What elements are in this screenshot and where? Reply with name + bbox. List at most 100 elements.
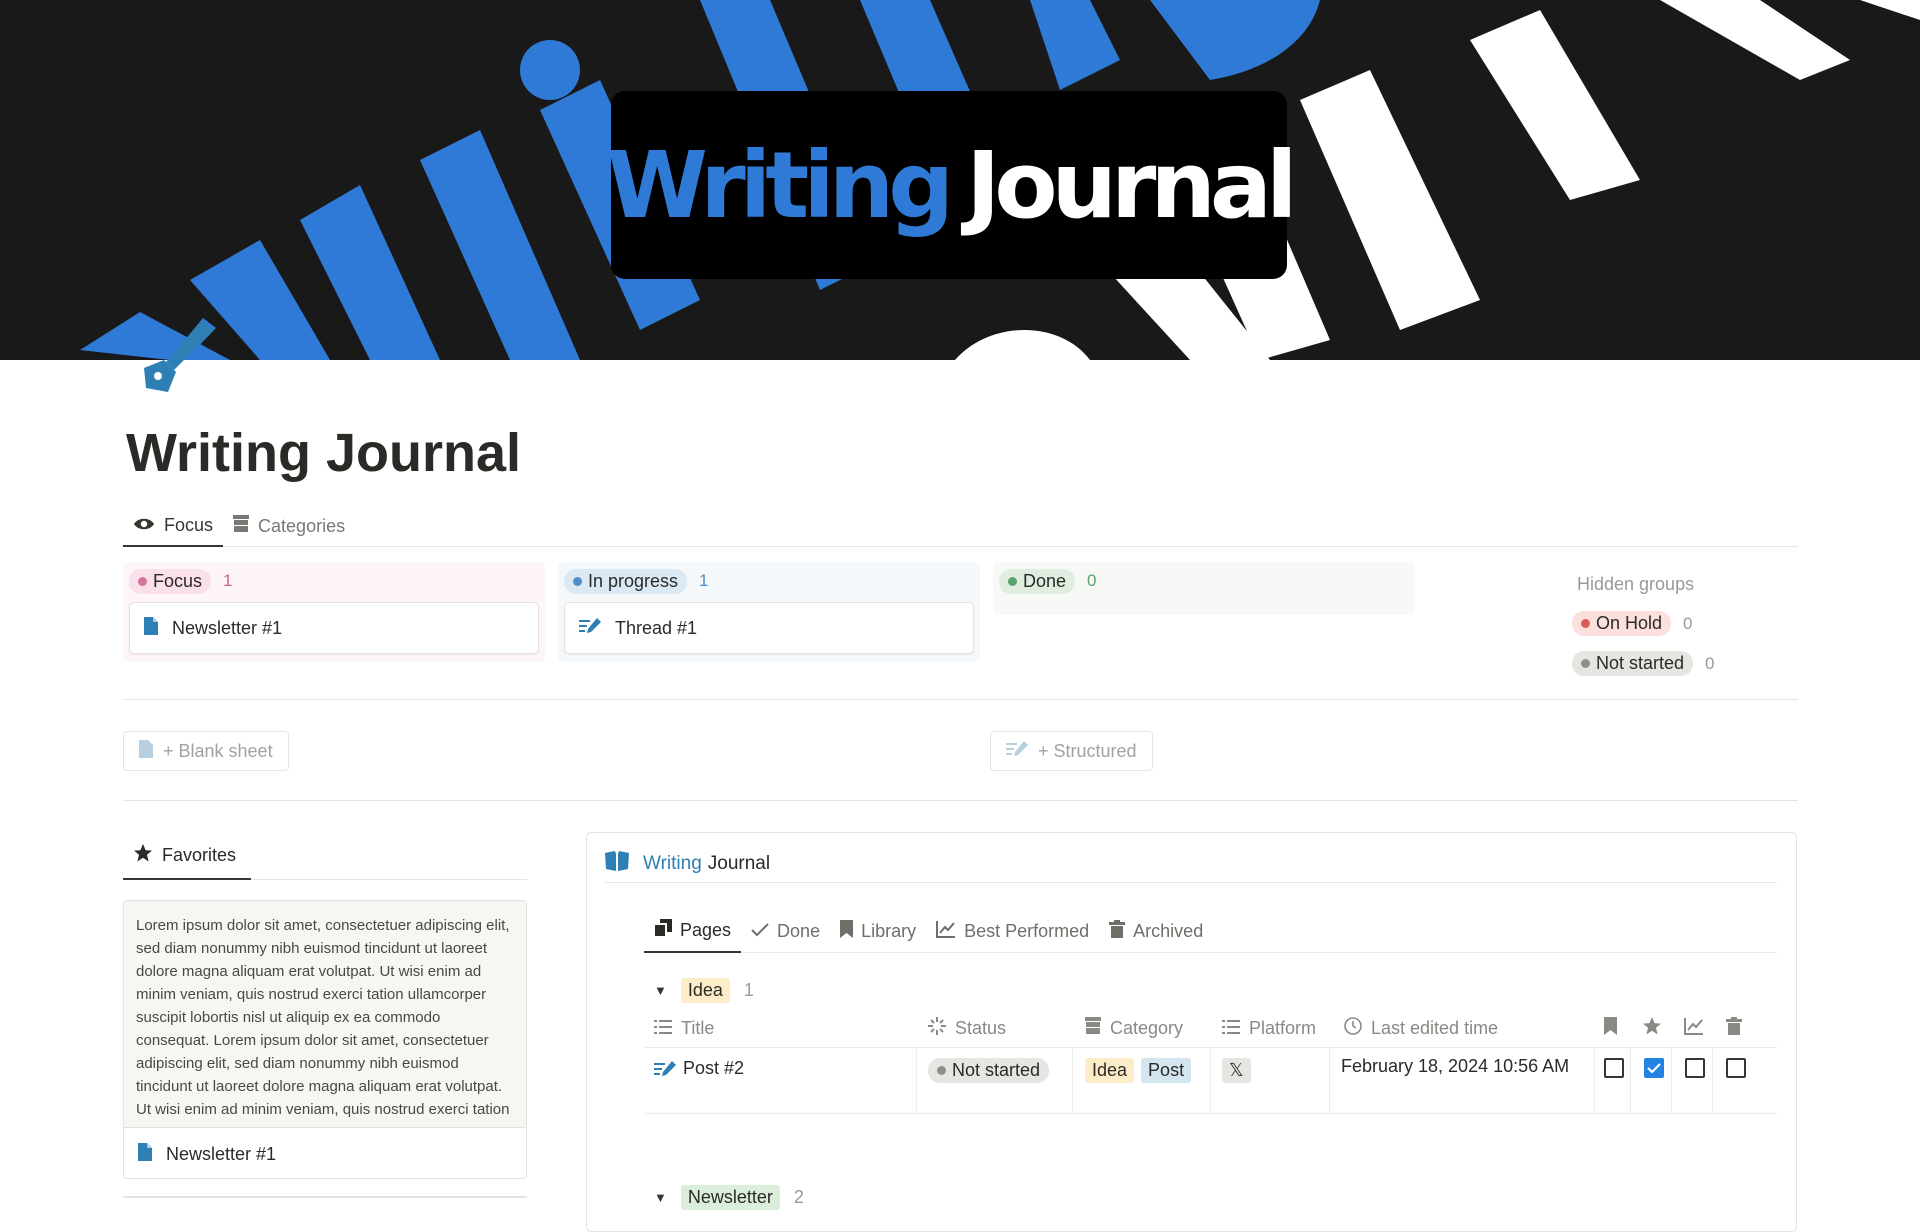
star-icon bbox=[133, 843, 153, 868]
pages-icon bbox=[653, 918, 672, 942]
cell-title[interactable]: Post #2 bbox=[654, 1048, 744, 1114]
board-card-newsletter-1[interactable]: Newsletter #1 bbox=[129, 602, 539, 654]
trash-icon bbox=[1109, 919, 1126, 943]
group-header-newsletter[interactable]: ▼ Newsletter 2 bbox=[654, 1185, 804, 1210]
column-header-status-label: Status bbox=[955, 1017, 1007, 1038]
favorite-card-footer[interactable]: Newsletter #1 bbox=[124, 1127, 526, 1178]
favorite-card-title: Newsletter #1 bbox=[166, 1143, 277, 1164]
row-status: Not started bbox=[952, 1060, 1041, 1080]
status-pill-on-hold-label: On Hold bbox=[1596, 613, 1663, 633]
cell-bookmark[interactable] bbox=[1604, 1048, 1624, 1114]
blank-sheet-button[interactable]: + Blank sheet bbox=[123, 731, 289, 771]
cover-title-box: Writing Journal bbox=[606, 91, 1298, 279]
hidden-group-not-started[interactable]: Not started 0 bbox=[1572, 651, 1788, 676]
view-tab-best-performed-label: Best Performed bbox=[964, 920, 1090, 941]
row-title: Post #2 bbox=[683, 1058, 745, 1078]
column-header-status[interactable]: Status bbox=[928, 1008, 1006, 1048]
hidden-group-on-hold[interactable]: On Hold 0 bbox=[1572, 611, 1788, 636]
blank-sheet-label: + Blank sheet bbox=[163, 740, 273, 761]
archive-box-icon bbox=[1085, 1016, 1101, 1040]
group-tag-idea: Idea bbox=[680, 978, 730, 1003]
tab-focus-label: Focus bbox=[164, 515, 214, 535]
database-title-link[interactable]: Writing bbox=[643, 853, 702, 875]
tab-favorites-label: Favorites bbox=[162, 844, 237, 865]
page-title: Writing Journal bbox=[126, 423, 522, 483]
view-tab-archived-label: Archived bbox=[1133, 920, 1204, 941]
checkmark-icon bbox=[751, 921, 769, 942]
column-header-title-label: Title bbox=[681, 1017, 715, 1038]
eye-icon bbox=[133, 515, 155, 536]
chart-line-icon bbox=[1684, 1017, 1704, 1040]
view-tab-best-performed[interactable]: Best Performed bbox=[926, 909, 1099, 953]
cell-platform[interactable]: 𝕏 bbox=[1222, 1048, 1251, 1114]
status-pill-done: Done bbox=[999, 568, 1076, 594]
cell-status[interactable]: Not started bbox=[928, 1048, 1050, 1114]
board-column-in-progress: In progress 1 Thread #1 bbox=[558, 562, 980, 662]
bookmark-checkbox[interactable] bbox=[1604, 1058, 1624, 1078]
best-checkbox[interactable] bbox=[1685, 1058, 1705, 1078]
tab-categories-label: Categories bbox=[258, 516, 346, 536]
status-pill-done-label: Done bbox=[1023, 570, 1067, 591]
trash-icon bbox=[1726, 1016, 1742, 1040]
view-tab-done[interactable]: Done bbox=[741, 909, 830, 953]
list-icon bbox=[654, 1018, 672, 1039]
list-icon bbox=[1222, 1018, 1240, 1039]
column-header-archived[interactable] bbox=[1726, 1008, 1742, 1048]
status-pill-in-progress: In progress bbox=[564, 568, 688, 594]
column-header-category-label: Category bbox=[1110, 1017, 1184, 1038]
column-header-last-edited[interactable]: Last edited time bbox=[1344, 1008, 1498, 1048]
note-edit-icon bbox=[1006, 740, 1028, 762]
collapse-triangle-icon[interactable]: ▼ bbox=[654, 983, 667, 998]
column-header-bookmark[interactable] bbox=[1604, 1008, 1617, 1048]
chart-line-icon bbox=[936, 920, 956, 943]
fountain-pen-icon[interactable] bbox=[138, 318, 216, 396]
column-header-title[interactable]: Title bbox=[654, 1008, 714, 1048]
view-tab-archived[interactable]: Archived bbox=[1099, 909, 1213, 953]
group-count-newsletter: 2 bbox=[793, 1187, 804, 1207]
focus-board: Focus 1 Newsletter #1 In progress 1 Thre… bbox=[123, 562, 1798, 700]
hidden-count-not-started: 0 bbox=[1705, 653, 1715, 673]
column-header-last-edited-label: Last edited time bbox=[1371, 1017, 1499, 1038]
table-row[interactable]: Post #2 Not started Idea Post 𝕏 February… bbox=[644, 1048, 1777, 1114]
view-tab-library[interactable]: Library bbox=[830, 909, 926, 953]
database-views: Pages Done Library Best Performed Archiv… bbox=[644, 909, 1777, 953]
favorite-card[interactable]: Lorem ipsum dolor sit amet, consectetuer… bbox=[123, 900, 527, 1179]
column-header-best[interactable] bbox=[1684, 1008, 1704, 1048]
category-tag-post: Post bbox=[1141, 1058, 1192, 1083]
board-card-thread-1[interactable]: Thread #1 bbox=[564, 602, 974, 654]
cell-last-edited: February 18, 2024 10:56 AM bbox=[1341, 1056, 1570, 1076]
column-header-platform[interactable]: Platform bbox=[1222, 1008, 1316, 1048]
view-tab-pages[interactable]: Pages bbox=[644, 909, 742, 953]
bookmark-icon bbox=[840, 919, 854, 943]
cover-word-writing: Writing bbox=[606, 131, 954, 239]
column-header-category[interactable]: Category bbox=[1085, 1008, 1183, 1048]
archived-checkbox[interactable] bbox=[1726, 1058, 1746, 1078]
tab-focus[interactable]: Focus bbox=[123, 506, 224, 547]
writing-journal-database: Writing Journal Pages Done Library Best … bbox=[586, 832, 1797, 1232]
star-checkbox[interactable] bbox=[1644, 1058, 1664, 1078]
group-header-idea[interactable]: ▼ Idea 1 bbox=[654, 978, 754, 1003]
structured-label: + Structured bbox=[1038, 740, 1137, 761]
column-header-star[interactable] bbox=[1642, 1008, 1662, 1048]
tab-favorites[interactable]: Favorites bbox=[123, 832, 251, 880]
document-icon bbox=[139, 739, 153, 763]
column-count-focus: 1 bbox=[223, 571, 233, 590]
structured-button[interactable]: + Structured bbox=[990, 731, 1153, 771]
open-book-icon bbox=[605, 850, 629, 877]
bookmark-icon bbox=[1604, 1016, 1617, 1040]
status-pill-focus-label: Focus bbox=[153, 570, 203, 591]
collapse-triangle-icon[interactable]: ▼ bbox=[654, 1190, 667, 1205]
column-count-done: 0 bbox=[1087, 571, 1097, 590]
cell-best[interactable] bbox=[1685, 1048, 1705, 1114]
document-icon bbox=[144, 616, 158, 640]
board-column-focus: Focus 1 Newsletter #1 bbox=[123, 562, 545, 662]
cell-star[interactable] bbox=[1644, 1048, 1664, 1114]
view-tabs: Focus Categories bbox=[123, 506, 1798, 547]
cell-category[interactable]: Idea Post bbox=[1085, 1048, 1192, 1114]
cell-archived[interactable] bbox=[1726, 1048, 1746, 1114]
tab-categories[interactable]: Categories bbox=[223, 506, 355, 547]
board-column-done: Done 0 bbox=[993, 562, 1415, 615]
column-count-in-progress: 1 bbox=[699, 571, 709, 590]
category-tag-idea: Idea bbox=[1085, 1058, 1135, 1083]
database-header: Writing Journal bbox=[605, 845, 1777, 883]
